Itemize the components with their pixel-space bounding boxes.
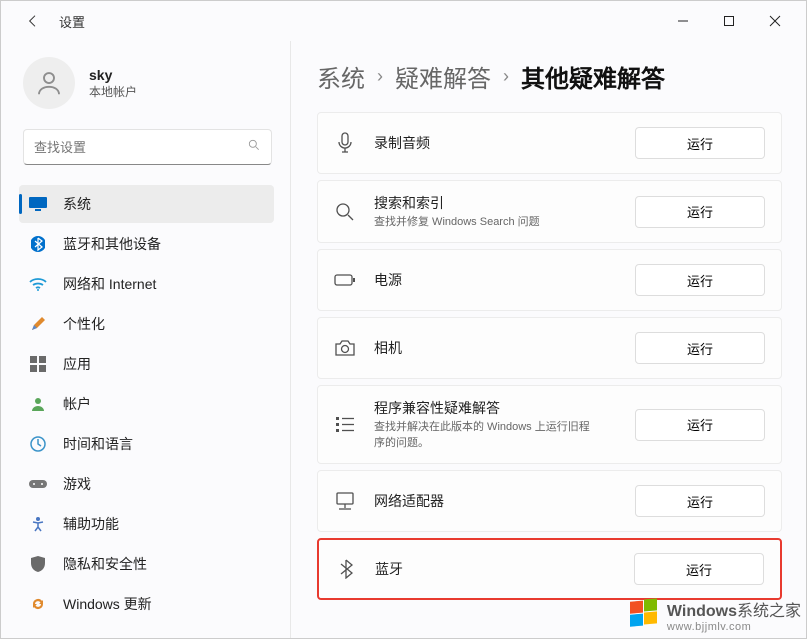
sidebar-item-label: 应用 (63, 354, 91, 374)
troubleshooter-record-audio: 录制音频 运行 (317, 112, 782, 174)
shield-icon (29, 555, 47, 573)
run-button[interactable]: 运行 (635, 127, 765, 159)
sidebar-item-label: 隐私和安全性 (63, 554, 147, 574)
troubleshooter-camera: 相机 运行 (317, 317, 782, 379)
sidebar-item-system[interactable]: 系统 (19, 185, 274, 223)
search-icon (247, 138, 261, 157)
maximize-icon (723, 15, 735, 27)
sidebar-item-label: Windows 更新 (63, 594, 152, 614)
globe-clock-icon (29, 435, 47, 453)
run-button[interactable]: 运行 (635, 196, 765, 228)
sidebar-item-label: 网络和 Internet (63, 274, 156, 294)
gamepad-icon (29, 475, 47, 493)
run-button[interactable]: 运行 (635, 485, 765, 517)
microphone-icon (334, 132, 356, 154)
bluetooth-icon (29, 235, 47, 253)
sidebar: sky 本地帐户 系统 蓝牙和其他设备 网络和 I (1, 41, 291, 638)
run-button[interactable]: 运行 (635, 264, 765, 296)
breadcrumb-other-troubleshoot: 其他疑难解答 (521, 59, 665, 94)
display-icon (29, 195, 47, 213)
sidebar-item-accounts[interactable]: 帐户 (19, 385, 274, 423)
profile-sub: 本地帐户 (89, 83, 137, 100)
sidebar-item-bluetooth[interactable]: 蓝牙和其他设备 (19, 225, 274, 263)
sidebar-item-label: 时间和语言 (63, 434, 133, 454)
window-title: 设置 (59, 12, 85, 31)
sidebar-item-accessibility[interactable]: 辅助功能 (19, 505, 274, 543)
sidebar-item-privacy[interactable]: 隐私和安全性 (19, 545, 274, 583)
search-box[interactable] (23, 129, 272, 165)
minimize-icon (677, 15, 689, 27)
maximize-button[interactable] (706, 5, 752, 37)
paintbrush-icon (29, 315, 47, 333)
sidebar-item-label: 辅助功能 (63, 514, 119, 534)
sidebar-item-label: 蓝牙和其他设备 (63, 234, 161, 254)
main-content: 系统 › 疑难解答 › 其他疑难解答 录制音频 运行 搜索和索引 查找并修复 W… (291, 41, 806, 638)
sidebar-item-network[interactable]: 网络和 Internet (19, 265, 274, 303)
run-button[interactable]: 运行 (635, 409, 765, 441)
troubleshooter-program-compat: 程序兼容性疑难解答 查找并解决在此版本的 Windows 上运行旧程序的问题。 … (317, 385, 782, 464)
sidebar-item-windows-update[interactable]: Windows 更新 (19, 585, 274, 623)
run-button[interactable]: 运行 (635, 332, 765, 364)
close-icon (769, 15, 781, 27)
sidebar-item-label: 系统 (63, 194, 91, 214)
battery-icon (334, 269, 356, 291)
update-icon (29, 595, 47, 613)
sidebar-item-time-language[interactable]: 时间和语言 (19, 425, 274, 463)
apps-icon (29, 355, 47, 373)
back-button[interactable] (21, 9, 45, 33)
arrow-left-icon (25, 13, 41, 29)
troubleshooter-bluetooth: 蓝牙 运行 (317, 538, 782, 600)
sidebar-item-label: 帐户 (63, 394, 91, 414)
breadcrumb: 系统 › 疑难解答 › 其他疑难解答 (317, 59, 782, 94)
close-button[interactable] (752, 5, 798, 37)
chevron-right-icon: › (503, 66, 509, 87)
breadcrumb-troubleshoot[interactable]: 疑难解答 (395, 59, 491, 94)
accessibility-icon (29, 515, 47, 533)
chevron-right-icon: › (377, 66, 383, 87)
breadcrumb-system[interactable]: 系统 (317, 59, 365, 94)
network-adapter-icon (334, 490, 356, 512)
list-icon (334, 414, 356, 436)
bluetooth-icon (335, 558, 357, 580)
troubleshooter-network-adapter: 网络适配器 运行 (317, 470, 782, 532)
sidebar-item-label: 游戏 (63, 474, 91, 494)
sidebar-item-apps[interactable]: 应用 (19, 345, 274, 383)
profile-name: sky (89, 67, 137, 83)
sidebar-item-personalization[interactable]: 个性化 (19, 305, 274, 343)
sidebar-item-label: 个性化 (63, 314, 105, 334)
titlebar: 设置 (1, 1, 806, 41)
account-icon (29, 395, 47, 413)
person-icon (34, 68, 64, 98)
nav-list: 系统 蓝牙和其他设备 网络和 Internet 个性化 应用 (1, 183, 290, 638)
search-input[interactable] (34, 140, 247, 155)
search-icon (334, 201, 356, 223)
minimize-button[interactable] (660, 5, 706, 37)
sidebar-item-gaming[interactable]: 游戏 (19, 465, 274, 503)
settings-window: 设置 sky 本地帐户 系统 (0, 0, 807, 639)
wifi-icon (29, 275, 47, 293)
avatar (23, 57, 75, 109)
troubleshooter-search-index: 搜索和索引 查找并修复 Windows Search 问题 运行 (317, 180, 782, 243)
camera-icon (334, 337, 356, 359)
troubleshooter-power: 电源 运行 (317, 249, 782, 311)
run-button[interactable]: 运行 (634, 553, 764, 585)
profile-block[interactable]: sky 本地帐户 (1, 45, 290, 129)
